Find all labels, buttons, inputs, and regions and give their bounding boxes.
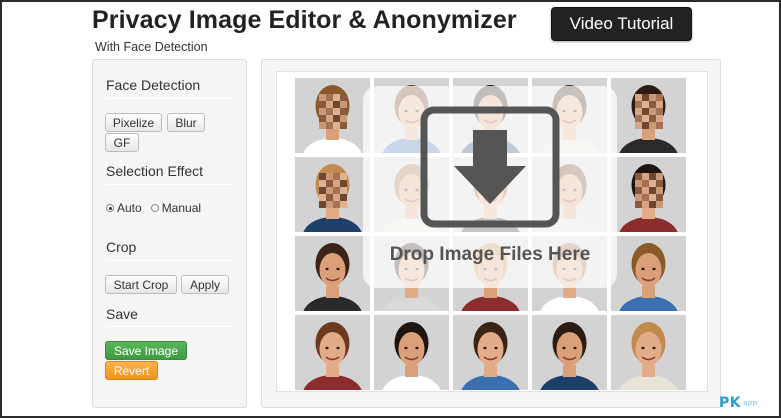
drop-files-label: Drop Image Files Here — [389, 244, 591, 265]
watermark-text: PK — [719, 395, 742, 411]
pixelize-button[interactable]: Pixelize — [105, 113, 162, 132]
save-image-button[interactable]: Save Image — [105, 341, 187, 360]
portrait-thumbnail — [295, 78, 370, 153]
portrait-thumbnail — [611, 157, 686, 232]
video-tutorial-button[interactable]: Video Tutorial — [551, 7, 692, 41]
apply-button[interactable]: Apply — [181, 275, 229, 294]
section-divider — [105, 184, 235, 185]
crop-title: Crop — [106, 239, 137, 255]
drop-overlay[interactable]: Drop Image Files Here — [363, 86, 617, 288]
blur-button[interactable]: Blur — [167, 113, 205, 132]
page-subtitle: With Face Detection — [95, 40, 208, 54]
selection-effect-options: Auto Manual — [106, 201, 201, 215]
start-crop-button[interactable]: Start Crop — [105, 275, 177, 294]
section-divider — [105, 260, 235, 261]
section-divider — [105, 326, 235, 327]
manual-radio-label[interactable]: Manual — [162, 201, 201, 215]
selection-effect-title: Selection Effect — [106, 163, 204, 179]
portrait-thumbnail — [295, 315, 370, 390]
portrait-thumbnail — [611, 315, 686, 390]
portrait-thumbnail — [453, 315, 528, 390]
sidebar-panel: Face Detection Pixelize Blur GF Selectio… — [92, 59, 247, 408]
save-title: Save — [106, 306, 138, 322]
portrait-thumbnail — [295, 236, 370, 311]
watermark-logo: PK app — [719, 394, 775, 412]
auto-radio-label[interactable]: Auto — [117, 201, 142, 215]
portrait-thumbnail — [374, 315, 449, 390]
image-drop-zone[interactable]: Drop Image Files Here — [276, 71, 708, 392]
face-detection-title: Face Detection — [106, 77, 201, 93]
page-title: Privacy Image Editor & Anonymizer — [92, 6, 517, 34]
download-arrow-icon — [420, 106, 560, 228]
manual-radio[interactable] — [150, 204, 159, 212]
section-divider — [105, 98, 235, 99]
revert-button[interactable]: Revert — [105, 361, 158, 380]
portrait-thumbnail — [295, 157, 370, 232]
portrait-thumbnail — [611, 236, 686, 311]
main-panel: Drop Image Files Here — [261, 59, 721, 408]
watermark-sub: app — [743, 399, 758, 407]
portrait-thumbnail — [611, 78, 686, 153]
portrait-thumbnail — [532, 315, 607, 390]
auto-radio[interactable] — [106, 204, 114, 212]
gf-button[interactable]: GF — [105, 133, 139, 152]
